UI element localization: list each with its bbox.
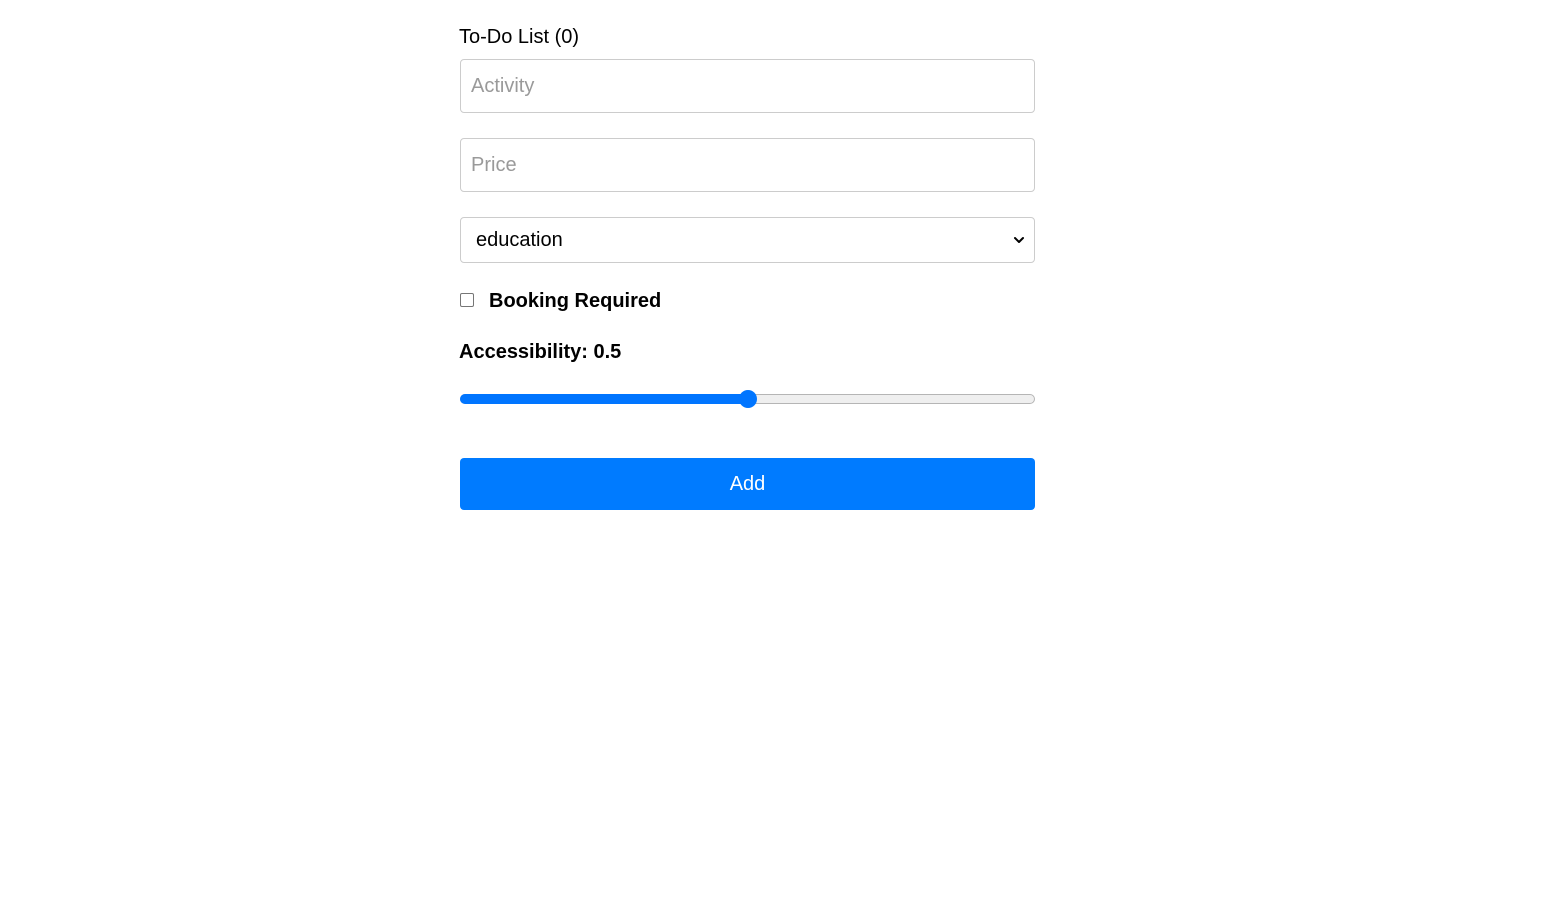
type-select[interactable]: education bbox=[460, 217, 1035, 263]
page-title: To-Do List (0) bbox=[459, 26, 580, 48]
booking-required-label[interactable]: Booking Required bbox=[489, 289, 661, 313]
todo-form-container: To-Do List (0) education Booking Require… bbox=[459, 24, 1035, 510]
price-input[interactable] bbox=[460, 138, 1035, 192]
accessibility-label: Accessibility: 0.5 bbox=[459, 341, 622, 363]
type-select-wrapper: education bbox=[460, 217, 1035, 263]
booking-required-checkbox[interactable] bbox=[460, 293, 474, 307]
slider-fill bbox=[460, 394, 748, 404]
slider-thumb[interactable] bbox=[738, 390, 757, 408]
accessibility-slider[interactable] bbox=[460, 389, 1035, 409]
activity-input[interactable] bbox=[460, 59, 1035, 113]
add-button[interactable]: Add bbox=[460, 458, 1035, 510]
booking-required-row: Booking Required bbox=[460, 289, 1035, 313]
